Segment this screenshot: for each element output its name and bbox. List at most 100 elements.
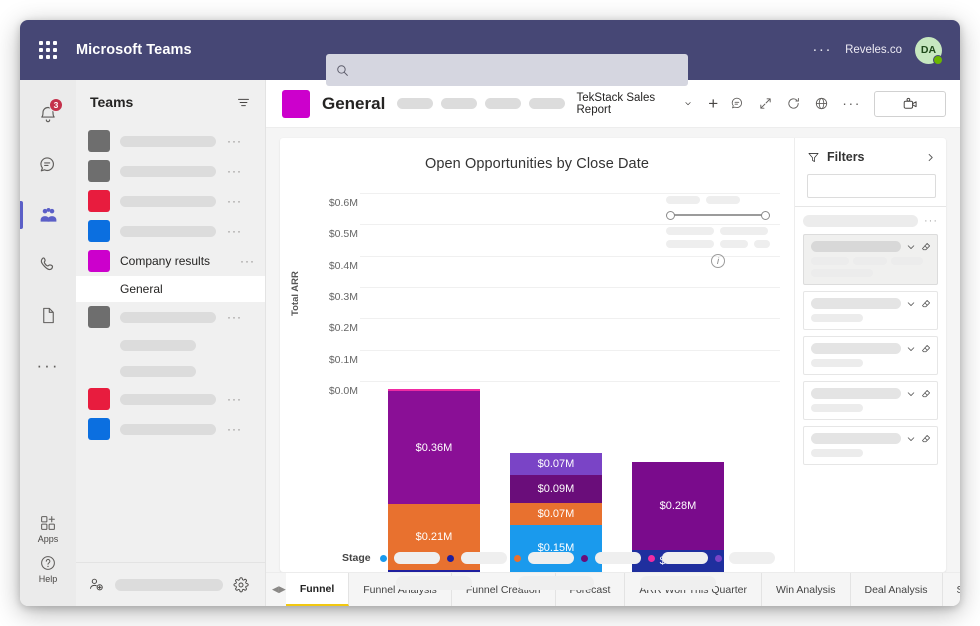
team-more-button[interactable]: ··· — [239, 258, 255, 264]
refresh-icon[interactable] — [786, 96, 801, 111]
report-tab-label: Funnel — [300, 583, 334, 595]
filters-title: Filters — [827, 150, 918, 164]
filter-card[interactable] — [803, 291, 938, 330]
filter-list-icon[interactable] — [236, 95, 251, 110]
globe-icon[interactable] — [814, 96, 829, 111]
tab-placeholder[interactable] — [485, 98, 521, 109]
report-tabs-prev[interactable]: ◀ — [272, 573, 279, 606]
rail-item-more[interactable]: ··· — [20, 340, 76, 390]
team-row[interactable]: ··· — [76, 216, 265, 246]
filters-search[interactable] — [807, 174, 936, 198]
report-tab-deal-analysis[interactable]: Deal Analysis — [851, 573, 943, 606]
filters-search-input[interactable] — [819, 181, 951, 192]
report-tab-sales-activity[interactable]: Sales Act — [943, 573, 960, 606]
eraser-icon[interactable] — [921, 344, 931, 354]
tab-placeholder[interactable] — [529, 98, 565, 109]
legend-dot — [581, 555, 588, 562]
search-input[interactable] — [356, 63, 678, 77]
team-row[interactable]: ··· — [76, 186, 265, 216]
team-row[interactable]: ··· — [76, 414, 265, 444]
app-launcher-icon[interactable] — [20, 41, 76, 59]
bar-segment[interactable]: $0.07M — [510, 453, 602, 475]
rail-bottom: Apps Help — [20, 514, 76, 606]
eraser-icon[interactable] — [921, 434, 931, 444]
add-tab-button[interactable]: + — [708, 95, 718, 112]
team-row[interactable]: ··· — [76, 302, 265, 332]
filter-card-lines — [811, 314, 931, 322]
filters-more-button[interactable]: ··· — [924, 219, 938, 224]
bar-segment[interactable]: $0.28M — [632, 462, 724, 550]
filter-card[interactable] — [803, 426, 938, 465]
report-tab-win-analysis[interactable]: Win Analysis — [762, 573, 851, 606]
filters-section-placeholder — [803, 215, 918, 227]
bar-segment[interactable] — [388, 570, 480, 573]
tab-tekstack-sales-report[interactable]: TekStack Sales Report — [577, 92, 693, 116]
eraser-icon[interactable] — [921, 242, 931, 252]
join-team-icon[interactable] — [88, 576, 105, 593]
chevron-down-icon[interactable] — [906, 434, 916, 444]
legend-dot — [715, 555, 722, 562]
eraser-icon[interactable] — [921, 299, 931, 309]
chevron-down-icon[interactable] — [906, 299, 916, 309]
filter-card[interactable] — [803, 381, 938, 420]
bar-segment-label: $0.36M — [416, 442, 453, 454]
rail-item-calls[interactable] — [20, 240, 76, 290]
titlebar-more-button[interactable]: ··· — [812, 46, 832, 54]
rail-item-chat[interactable] — [20, 140, 76, 190]
team-row[interactable]: ··· — [76, 384, 265, 414]
channel-more-button[interactable]: ··· — [842, 100, 861, 107]
chevron-down-icon[interactable] — [906, 242, 916, 252]
expand-icon[interactable] — [758, 96, 773, 111]
report-tabs-next[interactable]: ▶ — [279, 573, 286, 606]
bar-segment[interactable]: $0.07M — [510, 503, 602, 525]
team-row[interactable]: ··· — [76, 126, 265, 156]
avatar[interactable]: DA — [915, 37, 942, 64]
chevron-down-icon[interactable] — [906, 389, 916, 399]
filter-value-placeholder — [811, 269, 873, 277]
rail-item-apps[interactable]: Apps — [20, 514, 76, 544]
bar-segment[interactable]: $0.09M — [510, 475, 602, 503]
team-more-button[interactable]: ··· — [226, 138, 242, 144]
help-icon — [39, 554, 57, 572]
team-more-button[interactable]: ··· — [226, 426, 242, 432]
legend-label-placeholder[interactable] — [528, 552, 574, 564]
rail-item-files[interactable] — [20, 290, 76, 340]
chevron-right-icon[interactable] — [925, 152, 936, 163]
rail-item-teams[interactable] — [20, 190, 76, 240]
filters-section-header: ··· — [803, 215, 938, 227]
channel-placeholder[interactable] — [76, 332, 265, 358]
rail-item-help[interactable]: Help — [20, 554, 76, 584]
team-row[interactable]: ··· — [76, 156, 265, 186]
global-search[interactable] — [326, 54, 688, 86]
team-more-button[interactable]: ··· — [226, 396, 242, 402]
chevron-down-icon[interactable] — [906, 344, 916, 354]
legend-label-placeholder[interactable] — [662, 552, 708, 564]
team-row-company-results[interactable]: Company results ··· — [76, 246, 265, 276]
meet-now-button[interactable] — [874, 91, 946, 117]
legend-label-placeholder[interactable] — [394, 552, 440, 564]
gear-icon[interactable] — [233, 577, 249, 593]
legend-label-placeholder[interactable] — [461, 552, 507, 564]
tab-placeholder[interactable] — [441, 98, 477, 109]
filter-card[interactable] — [803, 234, 938, 285]
filter-name-placeholder — [811, 241, 901, 252]
channel-row-general[interactable]: General — [76, 276, 265, 302]
eraser-icon[interactable] — [921, 389, 931, 399]
bar-segment[interactable]: $0.36M — [388, 391, 480, 504]
team-more-button[interactable]: ··· — [226, 168, 242, 174]
team-name: Company results — [120, 254, 229, 268]
team-more-button[interactable]: ··· — [226, 198, 242, 204]
team-more-button[interactable]: ··· — [226, 228, 242, 234]
bar-segment[interactable]: $0.15M — [510, 525, 602, 572]
filter-card[interactable] — [803, 336, 938, 375]
window-body: 3 — [20, 80, 960, 606]
report-tab-funnel[interactable]: Funnel — [286, 573, 349, 606]
legend-label-placeholder[interactable] — [595, 552, 641, 564]
team-more-button[interactable]: ··· — [226, 314, 242, 320]
channel-placeholder[interactable] — [76, 358, 265, 384]
tab-placeholder[interactable] — [397, 98, 433, 109]
rail-item-activity[interactable]: 3 — [20, 90, 76, 140]
chat-icon[interactable] — [730, 96, 745, 111]
stacked-bar[interactable]: $0.36M $0.21M — [388, 389, 480, 572]
legend-label-placeholder[interactable] — [729, 552, 775, 564]
